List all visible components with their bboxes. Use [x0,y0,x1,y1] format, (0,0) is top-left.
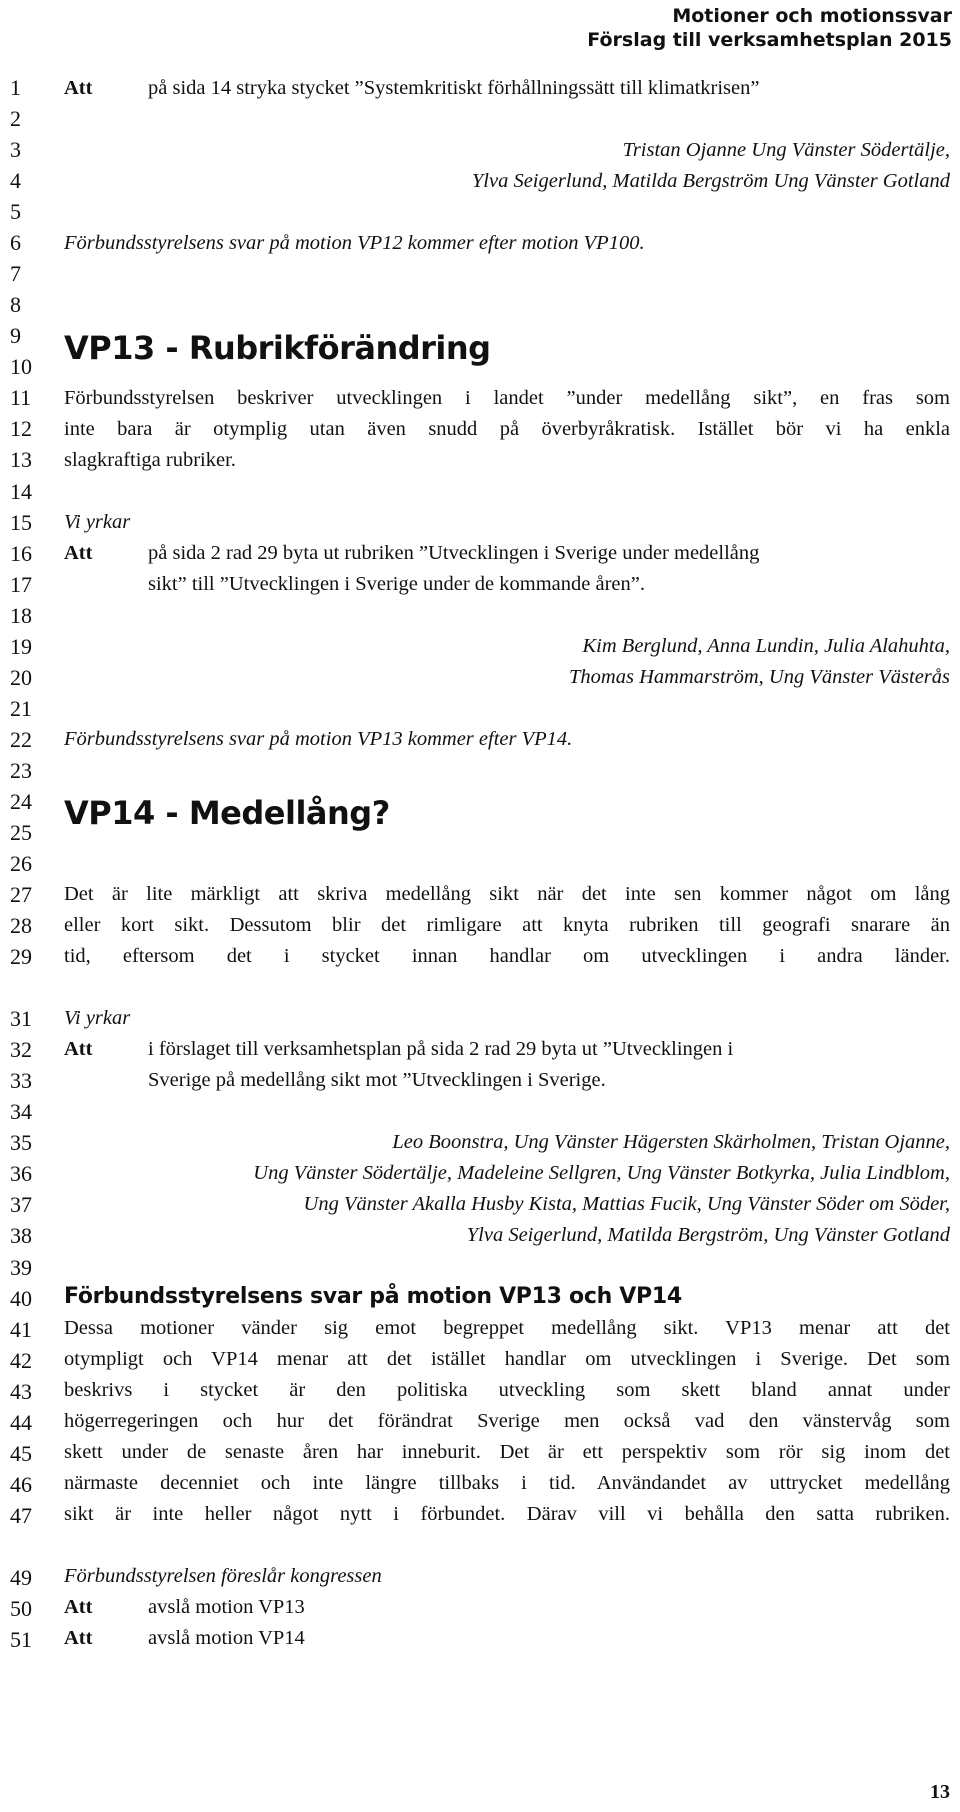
signer-line: Ylva Seigerlund, Matilda Bergström Ung V… [471,170,950,192]
line-number: 12 [10,416,32,442]
line-number: 25 [10,819,32,845]
line-number: 36 [10,1161,32,1187]
proposal-text: avslå motion VP13 [148,1596,305,1618]
att-label: Att [64,1596,93,1618]
line-number: 19 [10,633,32,659]
att-text-continuation: Sverige på medellång sikt mot ”Utvecklin… [148,1069,606,1091]
line-number: 17 [10,571,32,597]
line-number: 39 [10,1254,32,1280]
line-number: 24 [10,788,32,814]
line-number: 45 [10,1440,32,1466]
response-note: Förbundsstyrelsens svar på motion VP12 k… [64,232,645,254]
att-label: Att [64,1038,93,1060]
vi-yrkar-label: Vi yrkar [64,511,131,533]
line-number: 51 [10,1627,32,1652]
att-text: på sida 14 stryka stycket ”Systemkritisk… [148,77,760,99]
line-number: 37 [10,1192,32,1218]
line-number: 5 [10,199,21,225]
body-line: Det är lite märkligt att skriva medellån… [64,883,950,905]
att-clause: Att på sida 14 stryka stycket ”Systemkrit… [64,76,950,100]
line-number: 8 [10,292,21,318]
body-line: tid, eftersom det i stycket innan handla… [64,945,950,967]
line-number: 43 [10,1378,32,1404]
line-number: 32 [10,1037,32,1063]
proposal-item: Att avslå motion VP14 [64,1626,950,1650]
line-number: 41 [10,1316,32,1342]
line-number: 13 [10,447,32,473]
line-number: 27 [10,882,32,908]
line-number: 14 [10,478,32,504]
line-number: 23 [10,757,32,783]
line-number: 40 [10,1285,32,1311]
section-heading-vp14: VP14 - Medellång? [64,794,390,832]
line-number: 46 [10,1471,32,1497]
body-line: beskrivs i stycket är den politiska utve… [64,1379,950,1401]
header-title: Motioner och motionssvar [672,5,952,27]
body-line: skett under de senaste åren har inneburi… [64,1441,950,1463]
body-line: Förbundsstyrelsen beskriver utvecklingen… [64,387,950,409]
line-number: 2 [10,106,21,132]
line-number: 26 [10,851,32,876]
signer-line: Ung Vänster Södertälje, Madeleine Sellgr… [253,1162,950,1184]
body-line: otympligt och VP14 menar att det iställe… [64,1348,950,1370]
proposal-text: avslå motion VP14 [148,1627,305,1649]
line-number: 49 [10,1564,32,1590]
body-line: högerregeringen och hur det förändrat Sv… [64,1410,950,1432]
body-line: inte bara är otymplig utan även snudd på… [64,418,950,440]
body-line: eller kort sikt. Dessutom blir det rimli… [64,914,950,936]
line-number: 44 [10,1409,32,1435]
response-heading: Förbundsstyrelsens svar på motion VP13 o… [64,1284,682,1309]
signer-line: Thomas Hammarström, Ung Vänster Västerås [569,666,950,688]
vi-yrkar-label: Vi yrkar [64,1007,131,1029]
line-number: 18 [10,602,32,628]
response-note: Förbundsstyrelsens svar på motion VP13 k… [64,728,573,750]
att-clause: Att på sida 2 rad 29 byta ut rubriken ”Ut… [64,541,950,565]
signer-line: Tristan Ojanne Ung Vänster Södertälje, [622,139,950,161]
att-label: Att [64,1627,93,1649]
line-number: 42 [10,1347,32,1373]
running-header: Motioner och motionssvar Förslag till ve… [587,4,952,52]
signer-line: Leo Boonstra, Ung Vänster Hägersten Skär… [392,1131,950,1153]
line-number: 33 [10,1068,32,1094]
line-number: 35 [10,1130,32,1156]
line-number: 29 [10,944,32,970]
proposal-intro: Förbundsstyrelsen föreslår kongressen [64,1565,382,1587]
body-line: slagkraftiga rubriker. [64,449,236,471]
line-number: 38 [10,1223,32,1249]
line-number: 11 [10,385,32,411]
line-number: 4 [10,168,21,194]
line-number: 15 [10,509,32,535]
line-number: 34 [10,1099,32,1125]
line-number: 1 [10,75,21,100]
line-number: 6 [10,230,21,256]
line-number: 3 [10,137,21,163]
line-number: 7 [10,261,21,287]
body-line: Dessa motioner vänder sig emot begreppet… [64,1317,950,1339]
section-heading-vp13: VP13 - Rubrikförändring [64,329,491,367]
line-number: 20 [10,664,32,690]
body-line: sikt är inte heller något nytt i förbund… [64,1503,950,1525]
proposal-item: Att avslå motion VP13 [64,1595,950,1619]
att-clause: Att i förslaget till verksamhetsplan på s… [64,1037,950,1061]
body-line: närmaste decenniet och inte längre tillb… [64,1472,950,1494]
line-number: 50 [10,1595,32,1621]
signer-line: Kim Berglund, Anna Lundin, Julia Alahuht… [582,635,951,657]
line-number: 28 [10,913,32,939]
line-number: 31 [10,1006,32,1032]
page-number: 13 [930,1781,950,1803]
line-number: 10 [10,354,32,380]
att-text-continuation: sikt” till ”Utvecklingen i Sverige under… [148,573,645,595]
header-subtitle: Förslag till verksamhetsplan 2015 [587,29,952,51]
line-number: 47 [10,1502,32,1528]
line-number: 21 [10,695,32,721]
line-number: 9 [10,323,21,349]
att-text: i förslaget till verksamhetsplan på sida… [148,1038,734,1060]
att-label: Att [64,77,93,99]
line-number: 16 [10,540,32,566]
att-text: på sida 2 rad 29 byta ut rubriken ”Utvec… [148,542,760,564]
signer-line: Ung Vänster Akalla Husby Kista, Mattias … [303,1193,950,1215]
signer-line: Ylva Seigerlund, Matilda Bergström, Ung … [466,1224,950,1246]
line-number: 22 [10,726,32,752]
att-label: Att [64,542,93,564]
